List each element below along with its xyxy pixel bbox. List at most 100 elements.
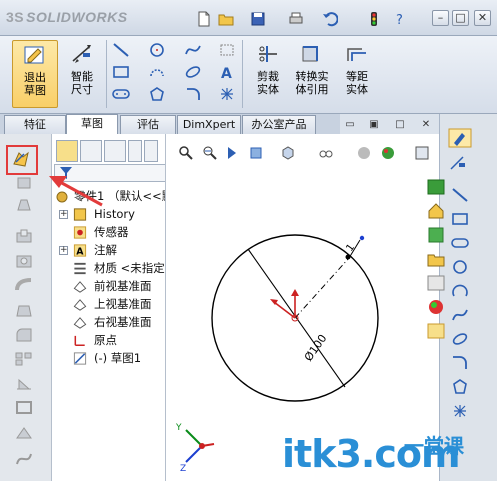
undo-icon[interactable] — [322, 11, 338, 27]
offset-label: 等距实体 — [346, 70, 368, 96]
sweep-icon[interactable] — [14, 276, 34, 294]
property-manager-tab[interactable] — [80, 140, 102, 162]
panel-close-icon[interactable]: ✕ — [419, 118, 433, 132]
task-pane-resources-icon[interactable] — [426, 178, 446, 196]
exit-sketch-button[interactable]: 退出草图 — [12, 40, 58, 108]
tree-item-label: (-) 草图1 — [94, 351, 142, 365]
tab-sketch[interactable]: 草图 — [66, 114, 118, 134]
minimize-button[interactable]: – — [432, 10, 449, 26]
polygon-icon[interactable] — [148, 86, 166, 102]
heads-up-view-toolbar — [166, 140, 439, 166]
open-file-icon[interactable] — [218, 11, 234, 27]
convert-entities-button[interactable]: 转换实体引用 — [292, 40, 332, 108]
scene-icon[interactable] — [380, 145, 396, 161]
rectangle-side-icon[interactable] — [450, 210, 470, 228]
rebuild-traffic-light-icon[interactable] — [366, 11, 382, 27]
tabs-scroll-left[interactable] — [128, 140, 142, 162]
zoom-to-fit-icon[interactable] — [178, 145, 194, 161]
section-view-icon[interactable] — [248, 145, 264, 161]
expand-toggle[interactable]: + — [59, 210, 68, 219]
panel-max-icon[interactable]: □ — [393, 118, 407, 132]
tab-evaluate[interactable]: 评估 — [120, 115, 176, 134]
task-pane-home-icon[interactable] — [426, 202, 446, 220]
tab-features[interactable]: 特征 — [4, 115, 66, 134]
view-settings-icon[interactable] — [414, 145, 430, 161]
point-icon[interactable] — [218, 86, 236, 102]
print-icon[interactable] — [288, 11, 304, 27]
arc-side-icon[interactable] — [450, 282, 470, 300]
smart-dimension-button[interactable]: 智能尺寸 — [62, 40, 102, 108]
help-icon[interactable]: ? — [392, 11, 408, 27]
fillet-feature-icon[interactable] — [14, 326, 34, 344]
feature-tree-tab[interactable] — [56, 140, 78, 162]
task-pane-file-explorer-icon[interactable] — [426, 250, 446, 268]
spline-icon[interactable] — [184, 42, 202, 58]
left-toolbar — [0, 134, 52, 481]
previous-view-icon[interactable] — [224, 145, 240, 161]
arc-icon[interactable] — [148, 64, 166, 80]
view-orientation-icon[interactable] — [280, 145, 296, 161]
expand-toggle[interactable]: + — [59, 246, 68, 255]
material-icon — [74, 262, 86, 275]
sketch-tool-icon[interactable] — [448, 128, 472, 148]
smart-dim-side-icon[interactable] — [448, 154, 468, 172]
close-button[interactable]: ✕ — [474, 10, 491, 26]
cut-extrude-icon[interactable] — [14, 228, 34, 246]
fillet-icon[interactable] — [184, 86, 202, 102]
slot-icon[interactable] — [112, 86, 130, 102]
maximize-button[interactable]: □ — [452, 10, 469, 26]
tree-item-label: 上视基准面 — [94, 297, 152, 311]
panel-split-icon[interactable]: ▭ — [343, 118, 357, 132]
line-side-icon[interactable] — [450, 186, 470, 204]
rectangle-icon[interactable] — [112, 64, 130, 80]
task-pane-search-icon[interactable] — [426, 274, 446, 292]
command-tabs: 特征 草图 评估 DimXpert 办公室产品 — [0, 114, 340, 134]
tab-office-products[interactable]: 办公室产品 — [242, 115, 316, 134]
solidworks-logo[interactable]: 3S SOLIDWORKS — [6, 9, 128, 25]
slot-side-icon[interactable] — [450, 234, 470, 252]
ellipse-side-icon[interactable] — [450, 330, 470, 348]
plane-sketch-icon[interactable] — [218, 42, 236, 58]
view-triad: Y Z — [175, 423, 215, 474]
task-pane-custom-properties-icon[interactable] — [426, 322, 446, 340]
save-icon[interactable] — [250, 11, 266, 27]
cut-revolve-icon[interactable] — [14, 252, 34, 270]
configuration-manager-tab[interactable] — [104, 140, 126, 162]
new-file-icon[interactable] — [196, 11, 212, 27]
point-side-icon[interactable] — [450, 402, 470, 420]
tabs-scroll-right[interactable] — [144, 140, 158, 162]
polygon-side-icon[interactable] — [450, 378, 470, 396]
zoom-area-icon[interactable] — [202, 145, 218, 161]
svg-text:A: A — [221, 66, 232, 80]
right-toolbar — [427, 114, 497, 481]
pattern-icon[interactable] — [14, 350, 34, 368]
circle-icon[interactable] — [148, 42, 166, 58]
ellipse-icon[interactable] — [184, 64, 202, 80]
extrude-icon[interactable] — [14, 174, 34, 192]
annotation-icon: A — [73, 244, 87, 257]
rib-icon[interactable] — [14, 374, 34, 392]
panel-restore-icon[interactable]: ▣ — [367, 118, 381, 132]
intersection-point — [345, 254, 351, 260]
circle-side-icon[interactable] — [450, 258, 470, 276]
tree-item-label: History — [94, 207, 135, 221]
text-icon[interactable]: A — [218, 64, 236, 80]
spline-side-icon[interactable] — [450, 306, 470, 324]
line-icon[interactable] — [112, 42, 130, 58]
shell-icon[interactable] — [14, 398, 34, 416]
tab-dimxpert[interactable]: DimXpert — [177, 115, 241, 134]
reference-geometry-icon[interactable] — [14, 424, 34, 442]
filter-bar[interactable] — [54, 164, 165, 182]
revolve-icon[interactable] — [14, 196, 34, 214]
trim-entities-button[interactable]: 剪裁实体 — [246, 40, 290, 108]
fillet-side-icon[interactable] — [450, 354, 470, 372]
task-pane-library-icon[interactable] — [426, 226, 446, 244]
task-pane-appearance-icon[interactable] — [426, 298, 446, 316]
exit-sketch-label: 退出草图 — [24, 71, 46, 97]
sketch-point[interactable] — [359, 235, 365, 241]
display-style-icon[interactable] — [318, 145, 334, 161]
loft-icon[interactable] — [14, 302, 34, 320]
appearance-icon[interactable] — [356, 145, 372, 161]
curves-icon[interactable] — [14, 450, 34, 468]
offset-entities-button[interactable]: 等距实体 — [336, 40, 378, 108]
